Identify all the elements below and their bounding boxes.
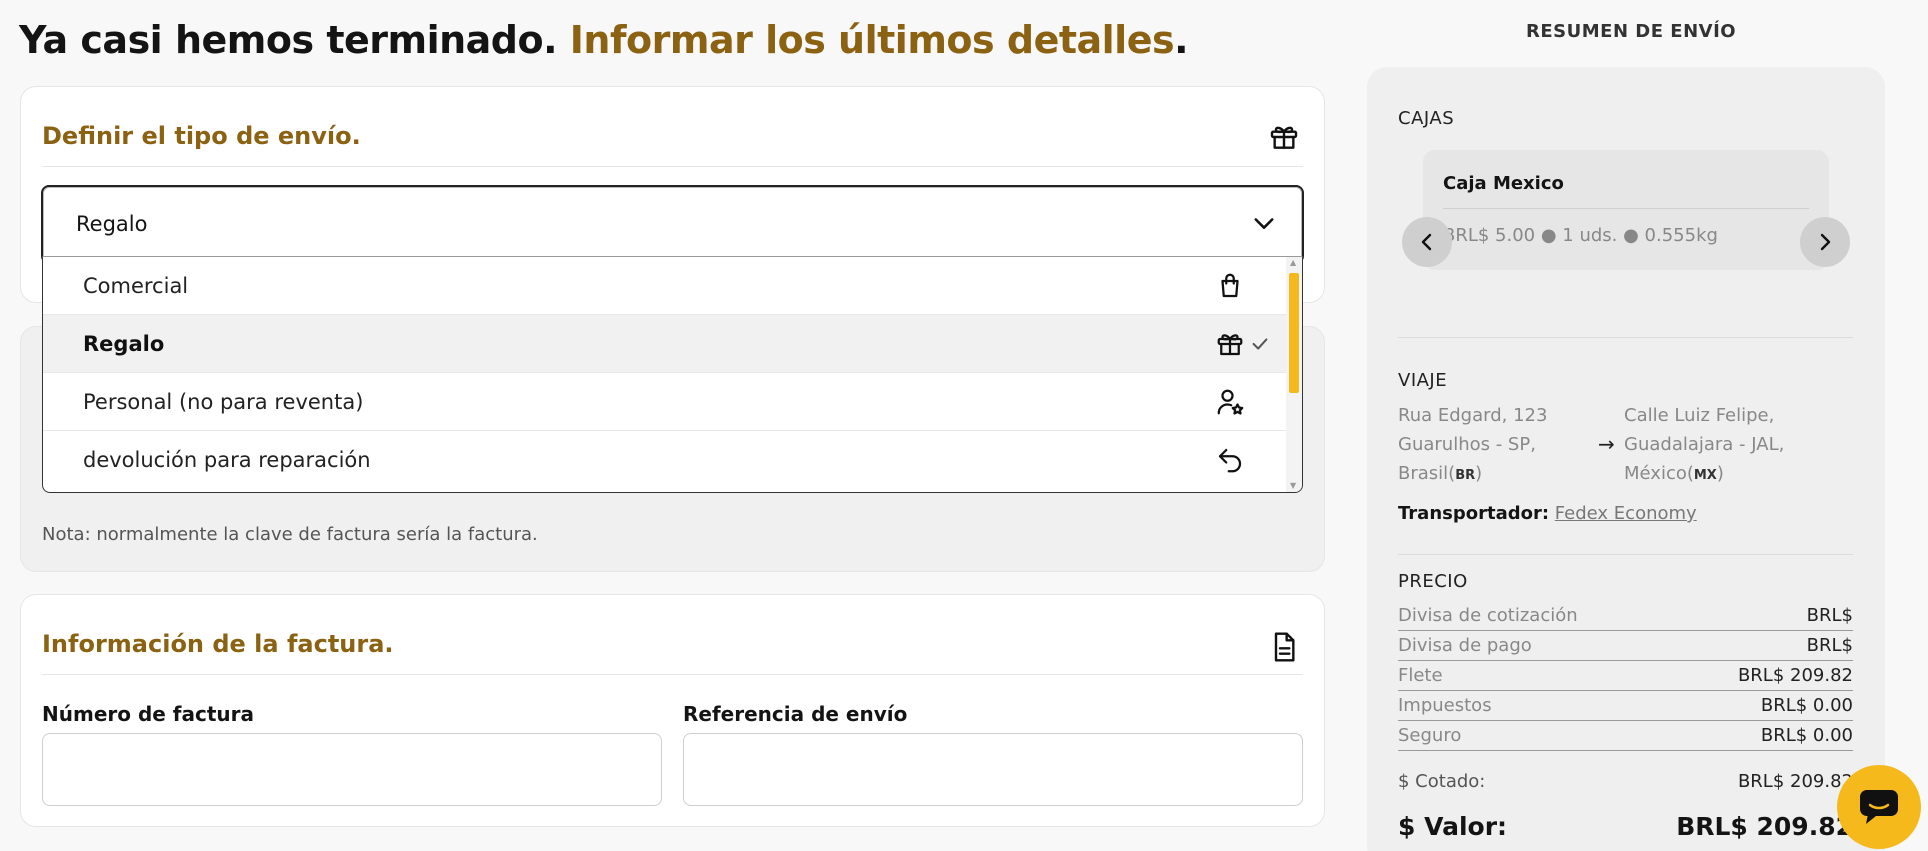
summary-heading: RESUMEN DE ENVÍO: [1526, 21, 1737, 42]
carousel-prev-button[interactable]: [1402, 217, 1452, 267]
option-label: Regalo: [83, 332, 165, 356]
box-details: BRL$ 5.00 ● 1 uds. ● 0.555kg: [1443, 225, 1718, 246]
origin-line3: Brasil(BR): [1398, 463, 1483, 484]
dropdown-option-comercial[interactable]: Comercial: [43, 257, 1286, 315]
price-row-freight: Flete BRL$ 209.82: [1398, 661, 1853, 691]
price-row-insurance: Seguro BRL$ 0.00: [1398, 721, 1853, 751]
page-title-highlight: Informar los últimos detalles: [569, 18, 1175, 62]
scrollbar-thumb[interactable]: [1289, 273, 1299, 393]
option-label: Comercial: [83, 274, 189, 298]
shipping-type-select[interactable]: Regalo: [41, 185, 1304, 264]
page-title-main: Ya casi hemos terminado.: [19, 18, 558, 62]
invoice-number-label: Número de factura: [42, 702, 255, 726]
option-label: devolución para reparación: [83, 448, 371, 472]
price-row-taxes: Impuestos BRL$ 0.00: [1398, 691, 1853, 721]
chat-bubble-icon: [1860, 790, 1898, 824]
origin-line2: Guarulhos - SP,: [1398, 434, 1536, 455]
shipping-type-title: Definir el tipo de envío.: [42, 122, 361, 150]
box-card: Caja Mexico BRL$ 5.00 ● 1 uds. ● 0.555kg: [1423, 150, 1829, 270]
checkmark-icon: [1252, 338, 1268, 350]
shipping-reference-input[interactable]: [683, 733, 1303, 806]
box-divider: [1443, 208, 1809, 209]
return-arrow-icon: [1218, 448, 1242, 473]
card-divider: [42, 674, 1303, 675]
shipping-type-dropdown: Comercial Regalo Personal (no para reven…: [42, 256, 1303, 493]
price-row-payment-currency: Divisa de pago BRL$: [1398, 631, 1853, 661]
destination-line2: Guadalajara - JAL,: [1624, 434, 1785, 455]
page-title: Ya casi hemos terminado. Informar los úl…: [19, 18, 1189, 62]
dropdown-option-devolucion[interactable]: devolución para reparación: [43, 431, 1286, 489]
destination-address: Calle Luiz Felipe, Guadalajara - JAL, Mé…: [1624, 401, 1824, 490]
dropdown-option-personal[interactable]: Personal (no para reventa): [43, 373, 1286, 431]
summary-divider: [1398, 554, 1853, 555]
dropdown-scrollbar[interactable]: ▲ ▼: [1286, 257, 1302, 492]
price-title: PRECIO: [1398, 571, 1468, 592]
arrow-right-icon: →: [1598, 432, 1615, 456]
summary-divider: [1398, 337, 1853, 338]
card-divider: [42, 166, 1303, 167]
chevron-right-icon: [1820, 233, 1831, 251]
origin-country-code: BR: [1455, 468, 1476, 483]
gift-icon: [1270, 126, 1298, 149]
chevron-down-icon: [1254, 218, 1274, 229]
select-current-value: Regalo: [76, 212, 148, 236]
invoice-note: Nota: normalmente la clave de factura se…: [42, 524, 538, 545]
gift-icon: [1217, 334, 1243, 356]
carousel-next-button[interactable]: [1800, 217, 1850, 267]
destination-line3: México(MX): [1624, 463, 1724, 484]
option-label: Personal (no para reventa): [83, 390, 364, 414]
carrier-link[interactable]: Fedex Economy: [1555, 503, 1697, 524]
destination-line1: Calle Luiz Felipe,: [1624, 405, 1775, 426]
dropdown-option-regalo[interactable]: Regalo: [43, 315, 1286, 373]
chevron-left-icon: [1421, 233, 1432, 251]
invoice-number-input[interactable]: [42, 733, 662, 806]
invoice-title: Información de la factura.: [42, 630, 394, 658]
trip-title: VIAJE: [1398, 370, 1448, 391]
scroll-up-arrow-icon[interactable]: ▲: [1290, 259, 1296, 267]
user-star-icon: [1217, 389, 1244, 415]
origin-line1: Rua Edgard, 123: [1398, 405, 1548, 426]
price-row-quote-currency: Divisa de cotización BRL$: [1398, 601, 1853, 631]
chat-support-button[interactable]: [1837, 765, 1921, 849]
document-icon: [1274, 632, 1295, 662]
page-title-period: .: [1174, 18, 1189, 62]
carrier-info: Transportador: Fedex Economy: [1398, 503, 1697, 524]
shopping-bag-icon: [1221, 273, 1239, 298]
origin-address: Rua Edgard, 123 Guarulhos - SP, Brasil(B…: [1398, 401, 1598, 490]
scroll-down-arrow-icon[interactable]: ▼: [1290, 482, 1296, 490]
boxes-title: CAJAS: [1398, 108, 1455, 129]
destination-country-code: MX: [1693, 468, 1717, 483]
box-name: Caja Mexico: [1443, 173, 1564, 194]
shipping-reference-label: Referencia de envío: [683, 702, 908, 726]
carrier-label: Transportador:: [1398, 503, 1550, 524]
